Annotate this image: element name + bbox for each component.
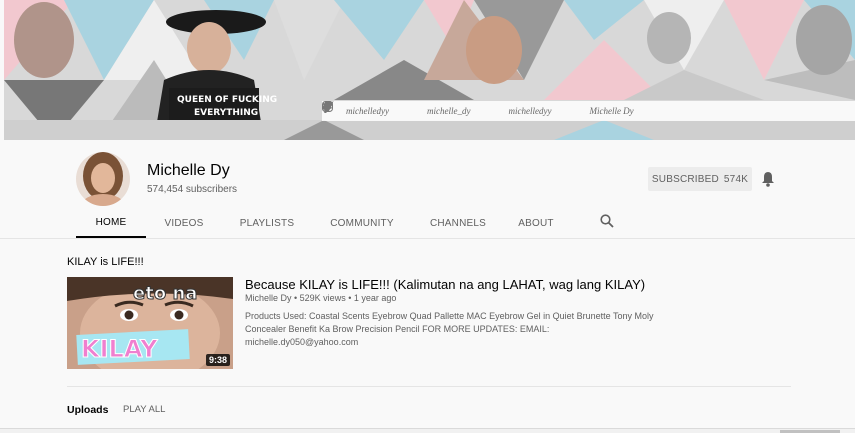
featured-video-meta: Michelle Dy • 529K views • 1 year ago <box>245 293 397 303</box>
tabs-divider <box>0 238 855 239</box>
social-snapchat[interactable]: michelledyy <box>322 101 552 117</box>
social-handle: michelledyy <box>508 106 552 116</box>
social-twitter[interactable]: michelle_dy <box>322 101 471 117</box>
play-all-button[interactable]: PLAY ALL <box>123 404 165 415</box>
subscriber-count: 574,454 subscribers <box>147 184 238 195</box>
channel-avatar[interactable] <box>76 152 130 206</box>
channel-banner: QUEEN OF FUCKING EVERYTHING michelledyy … <box>4 0 855 140</box>
channel-tabs: HOME VIDEOS PLAYLISTS COMMUNITY CHANNELS… <box>76 208 568 238</box>
svg-text:QUEEN OF FUCKING: QUEEN OF FUCKING <box>177 95 277 105</box>
tab-channels[interactable]: CHANNELS <box>412 208 504 238</box>
bell-icon[interactable] <box>761 171 775 187</box>
twitter-icon <box>322 101 423 117</box>
tab-about[interactable]: ABOUT <box>504 208 568 238</box>
channel-name: Michelle Dy <box>147 162 230 179</box>
social-handle: Michelle Dy <box>589 106 634 116</box>
search-icon[interactable] <box>600 214 614 228</box>
tab-videos[interactable]: VIDEOS <box>146 208 222 238</box>
social-facebook[interactable]: Michelle Dy <box>322 101 634 117</box>
thumb-text-top: eto na <box>133 283 197 304</box>
featured-video-thumbnail[interactable]: eto na KILAY 9:38 <box>67 277 233 369</box>
section-title: KILAY is LIFE!!! <box>67 256 144 268</box>
featured-video-description: Products Used: Coastal Scents Eyebrow Qu… <box>245 311 654 347</box>
featured-video-title[interactable]: Because KILAY is LIFE!!! (Kalimutan na a… <box>245 277 645 292</box>
horizontal-scrollbar[interactable] <box>0 428 855 433</box>
social-handle: michelledyy <box>346 106 389 116</box>
uploads-label[interactable]: Uploads <box>67 404 108 416</box>
section-divider <box>67 386 791 387</box>
video-duration: 9:38 <box>205 354 230 366</box>
svg-text:EVERYTHING: EVERYTHING <box>194 108 258 118</box>
thumb-text-bottom: KILAY <box>81 335 158 363</box>
snapchat-icon <box>322 101 504 117</box>
subscribed-button[interactable]: SUBSCRIBED 574K <box>648 167 752 191</box>
subscribed-count: 574K <box>723 173 749 185</box>
social-handle: michelle_dy <box>426 106 471 116</box>
facebook-icon <box>322 101 585 117</box>
social-instagram[interactable]: michelledyy <box>322 101 389 117</box>
social-links-strip: michelledyy michelle_dy michelledyy Mich… <box>322 101 855 121</box>
subscribed-label: SUBSCRIBED <box>651 173 719 185</box>
tab-community[interactable]: COMMUNITY <box>312 208 412 238</box>
tab-playlists[interactable]: PLAYLISTS <box>222 208 312 238</box>
tab-home[interactable]: HOME <box>76 208 146 238</box>
